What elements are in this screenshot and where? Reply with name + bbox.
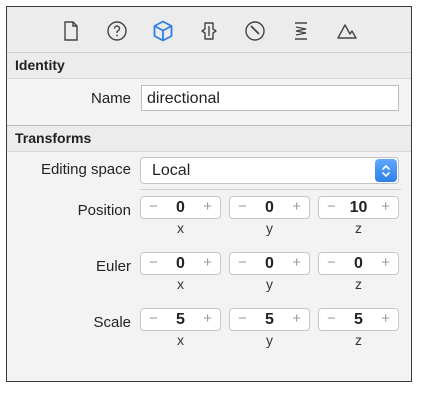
position-row: Position − 0 + x − 0 + y − 10 + z	[7, 190, 411, 246]
y-axis-label: y	[266, 220, 273, 236]
increment-button[interactable]: +	[292, 254, 301, 271]
inspector-toolbar	[7, 7, 411, 53]
increment-button[interactable]: +	[292, 310, 301, 327]
inspector-panel: Identity Name directional Transforms Edi…	[6, 6, 412, 382]
euler-label: Euler	[95, 258, 131, 275]
transforms-header: Transforms	[7, 126, 411, 152]
name-label: Name	[90, 90, 131, 107]
euler-z-stepper[interactable]: − 0 +	[318, 252, 399, 275]
physics-icon[interactable]	[285, 16, 317, 46]
x-axis-label: x	[177, 332, 184, 348]
z-axis-label: z	[355, 220, 362, 236]
increment-button[interactable]: +	[203, 254, 212, 271]
euler-row: Euler − 0 + x − 0 + y − 0 + z	[7, 246, 411, 302]
increment-button[interactable]: +	[381, 198, 390, 215]
increment-button[interactable]: +	[292, 198, 301, 215]
scale-y-stepper[interactable]: − 5 +	[229, 308, 310, 331]
z-axis-label: z	[355, 332, 362, 348]
editing-space-value: Local	[152, 162, 191, 179]
x-axis-label: x	[177, 276, 184, 292]
increment-button[interactable]: +	[381, 254, 390, 271]
editing-space-label: Editing space	[40, 161, 131, 178]
position-label: Position	[77, 202, 131, 219]
scale-z-stepper[interactable]: − 5 +	[318, 308, 399, 331]
position-y-stepper[interactable]: − 0 +	[229, 196, 310, 219]
scale-label: Scale	[93, 314, 131, 331]
z-axis-label: z	[355, 276, 362, 292]
increment-button[interactable]: +	[203, 310, 212, 327]
scene-icon[interactable]	[331, 16, 363, 46]
scale-x-stepper[interactable]: − 5 +	[140, 308, 221, 331]
help-icon[interactable]	[101, 16, 133, 46]
name-row: Name directional	[7, 79, 411, 119]
euler-y-stepper[interactable]: − 0 +	[229, 252, 310, 275]
select-chevron-icon[interactable]	[375, 159, 397, 182]
file-icon[interactable]	[55, 16, 87, 46]
scale-row: Scale − 5 + x − 5 + y − 5 + z	[7, 302, 411, 358]
node-icon[interactable]	[193, 16, 225, 46]
material-icon[interactable]	[239, 16, 271, 46]
y-axis-label: y	[266, 332, 273, 348]
identity-header: Identity	[7, 53, 411, 79]
cube-icon[interactable]	[147, 16, 179, 46]
position-z-stepper[interactable]: − 10 +	[318, 196, 399, 219]
y-axis-label: y	[266, 276, 273, 292]
increment-button[interactable]: +	[203, 198, 212, 215]
increment-button[interactable]: +	[381, 310, 390, 327]
editing-space-row: Editing space Local	[7, 152, 411, 190]
euler-x-stepper[interactable]: − 0 +	[140, 252, 221, 275]
name-input[interactable]: directional	[141, 85, 399, 111]
position-x-stepper[interactable]: − 0 +	[140, 196, 221, 219]
x-axis-label: x	[177, 220, 184, 236]
editing-space-select[interactable]: Local	[140, 157, 399, 184]
